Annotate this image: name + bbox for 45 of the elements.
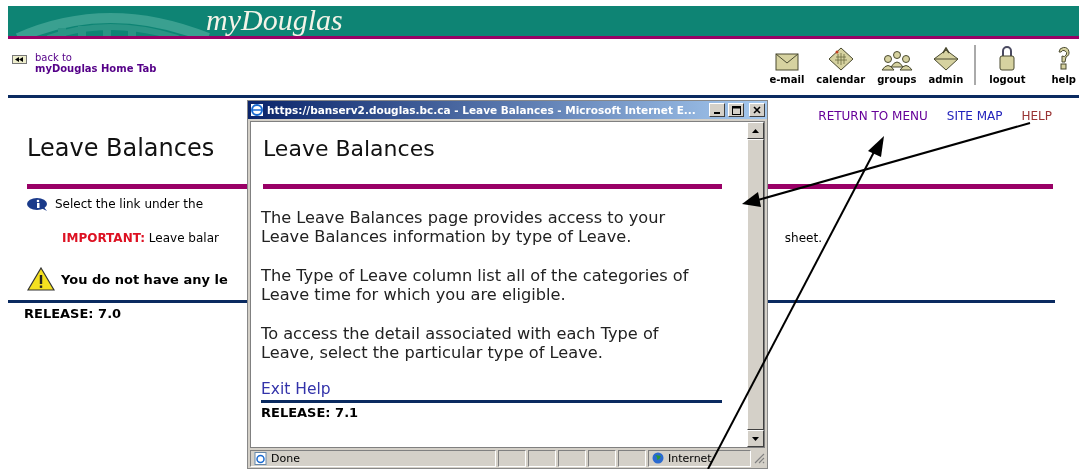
- window-title: https://banserv2.douglas.bc.ca - Leave Balances - Microsoft Internet E...: [267, 104, 697, 116]
- scroll-up-icon: [752, 128, 759, 133]
- release-label: RELEASE: 7.0: [24, 306, 123, 321]
- rewind-icon: [12, 55, 27, 64]
- toolbar-button[interactable]: e-mail: [766, 53, 808, 85]
- warning-text: You do not have any le: [61, 271, 228, 287]
- back-link[interactable]: back to myDouglas Home Tab: [8, 39, 157, 95]
- padlock-icon: [998, 45, 1017, 71]
- warning-icon: [27, 267, 55, 291]
- calendar-icon: [827, 47, 854, 71]
- info-bubble-icon: [27, 197, 49, 211]
- nav-link[interactable]: RETURN TO MENU: [818, 109, 928, 123]
- help-title: Leave Balances: [263, 136, 436, 161]
- maximize-icon: [731, 105, 741, 115]
- site-title: myDouglas: [206, 6, 343, 36]
- toolbar-button[interactable]: calendar: [813, 47, 869, 85]
- note-text: sheet.: [784, 231, 822, 245]
- scroll-down-icon: [752, 436, 759, 441]
- nav-link[interactable]: HELP: [1021, 109, 1052, 123]
- status-text: Done: [271, 451, 300, 465]
- scrollbar[interactable]: [747, 122, 764, 447]
- toolbar-button[interactable]: help: [1048, 45, 1079, 85]
- maximize-button[interactable]: [728, 103, 744, 117]
- envelope-icon: [774, 53, 799, 71]
- nav-link[interactable]: SITE MAP: [946, 109, 1003, 123]
- page-icon: [254, 451, 267, 465]
- close-icon: [753, 106, 761, 114]
- resize-grip-icon: [753, 452, 765, 464]
- help-paragraph: The Leave Balances page provides access to your Leave Balances information by type of Leave.: [261, 208, 667, 246]
- zone-text: Internet: [668, 451, 712, 465]
- exit-help-link[interactable]: Exit Help: [261, 380, 331, 398]
- toolbar-button[interactable]: admin: [925, 47, 967, 85]
- release-label: RELEASE: 7.1: [261, 405, 360, 420]
- help-paragraph: The Type of Leave column list all of the categories of Leave time for which you are eligible.: [261, 266, 690, 304]
- important-note: IMPORTANT: Leave balar: [62, 231, 219, 245]
- page-title: Leave Balances: [27, 133, 215, 163]
- minimize-button[interactable]: [709, 103, 725, 117]
- question-mark-icon: [1055, 45, 1072, 71]
- help-paragraph: To access the detail associated with each Type of Leave, select the particular type of Leave.: [261, 324, 660, 362]
- info-text: Select the link under the: [55, 197, 204, 211]
- globe-icon: [652, 452, 664, 464]
- people-icon: [880, 51, 913, 71]
- toolbar-button[interactable]: logout: [986, 45, 1029, 85]
- close-button[interactable]: [749, 103, 765, 117]
- toolbar-button[interactable]: groups: [874, 51, 920, 85]
